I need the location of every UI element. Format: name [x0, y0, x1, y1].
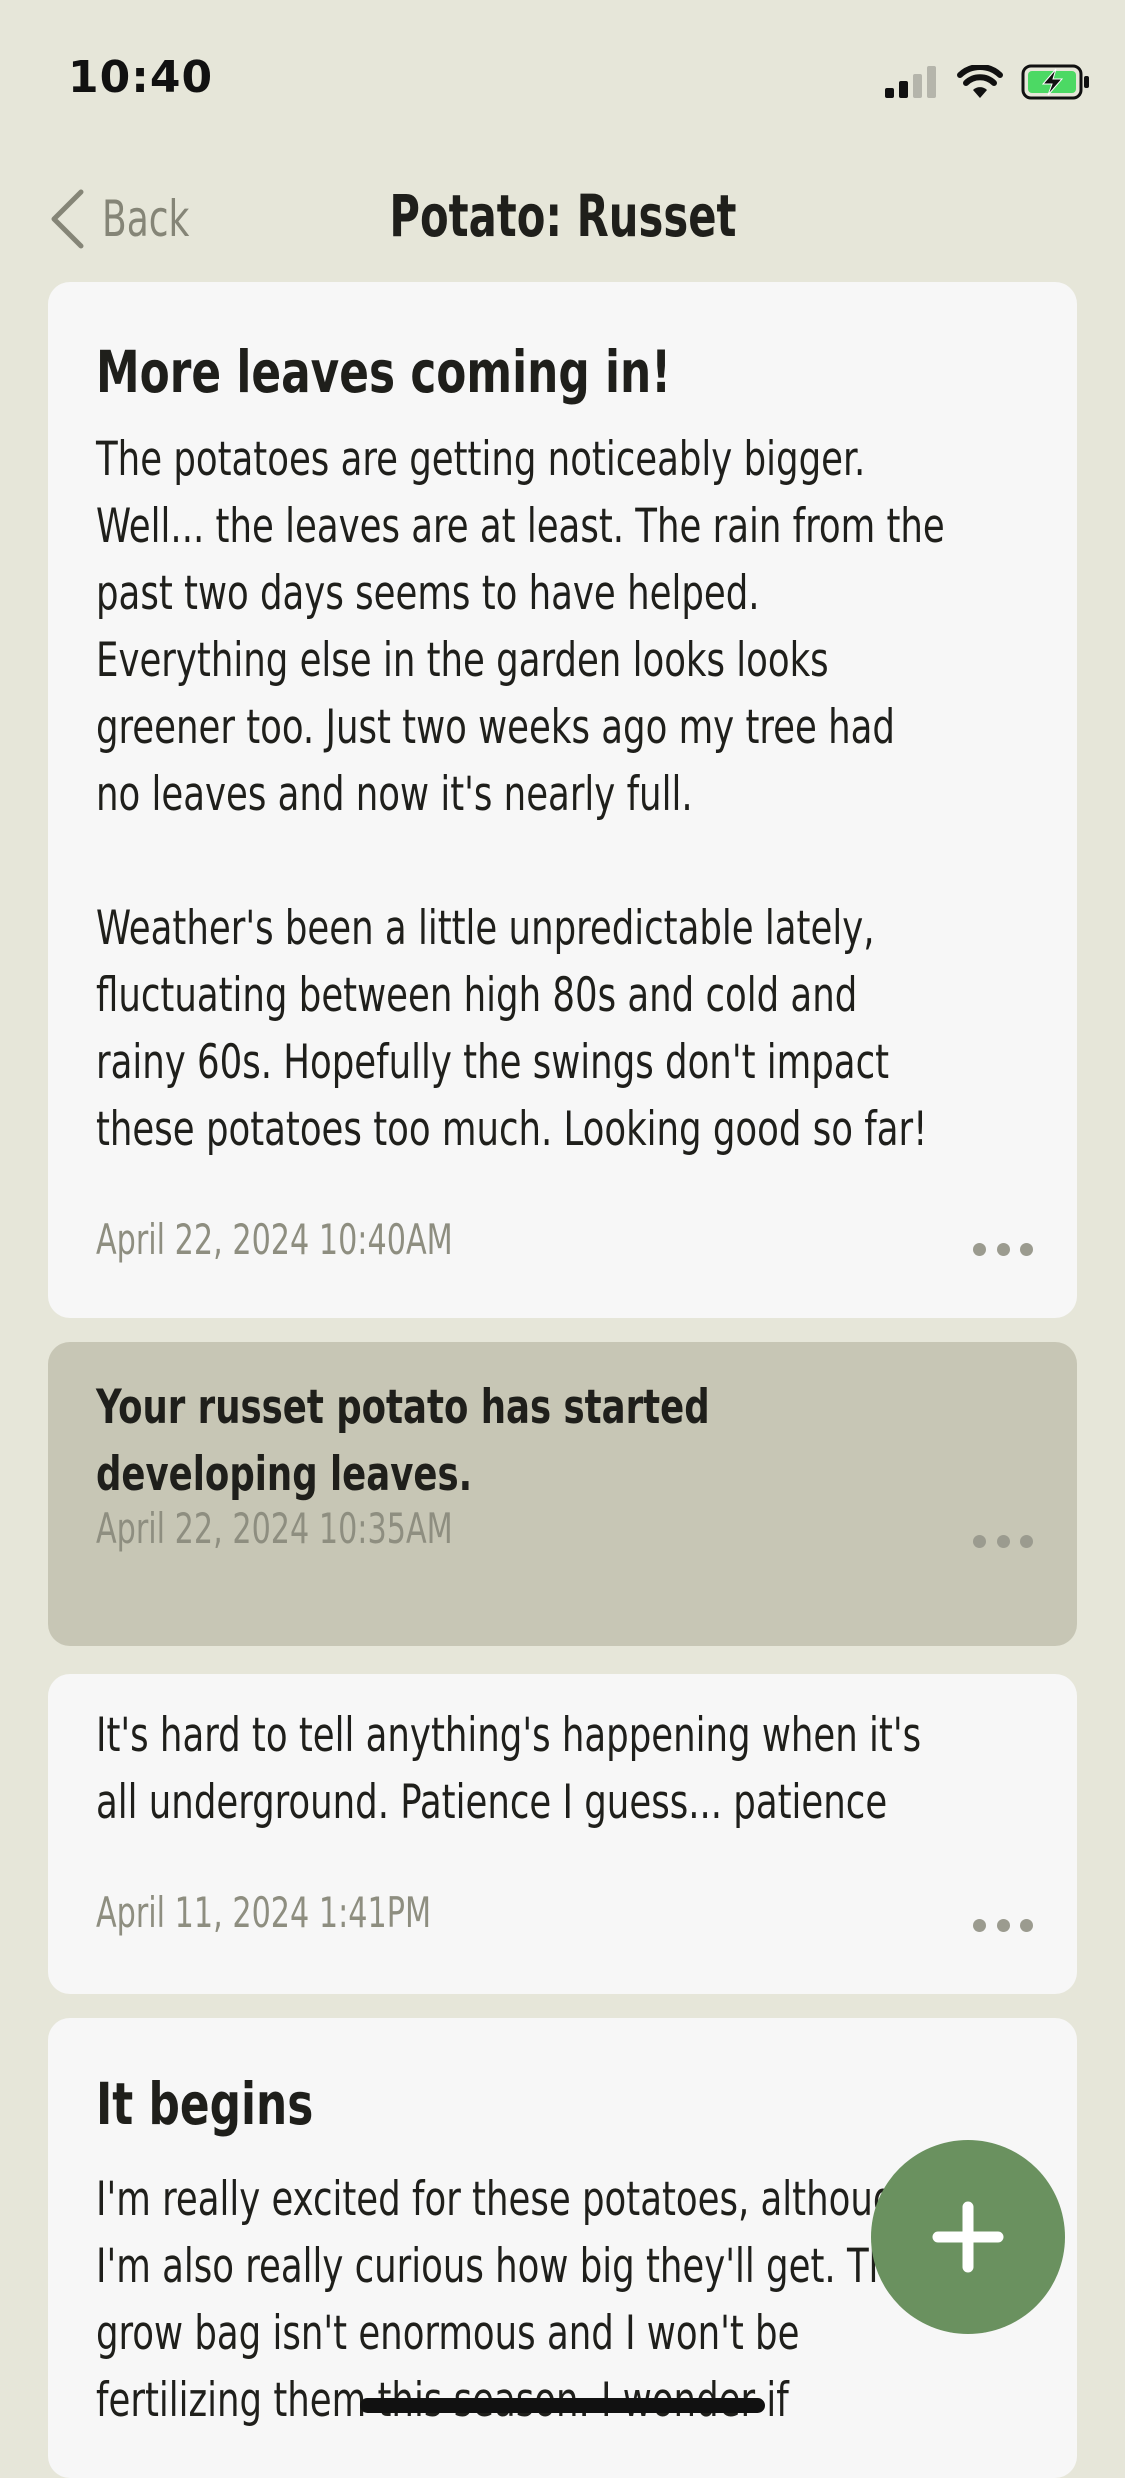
journal-entry-card[interactable]: More leaves coming in! The potatoes are … — [48, 282, 1077, 1318]
status-icons — [885, 60, 1091, 104]
entry-title: It begins — [96, 2070, 314, 2138]
entry-body: The potatoes are getting noticeably bigg… — [96, 432, 945, 1157]
entry-date: April 22, 2024 10:40AM — [96, 1215, 453, 1264]
more-options-button[interactable] — [973, 1234, 1033, 1264]
cellular-signal-icon — [885, 66, 936, 98]
journal-entry-card[interactable]: It's hard to tell anything's happening w… — [48, 1674, 1077, 1994]
entry-date: April 22, 2024 10:35AM — [96, 1504, 453, 1553]
add-entry-button[interactable] — [871, 2140, 1065, 2334]
more-dots-icon — [973, 1534, 986, 1548]
plus-icon — [932, 2201, 1004, 2273]
more-dots-icon — [973, 1242, 986, 1256]
home-indicator[interactable] — [360, 2398, 765, 2413]
entry-title: More leaves coming in! — [96, 338, 672, 406]
page-title: Potato: Russet — [388, 182, 737, 250]
more-options-button[interactable] — [973, 1910, 1033, 1940]
more-options-button[interactable] — [973, 1526, 1033, 1556]
entry-date: April 11, 2024 1:41PM — [96, 1888, 432, 1937]
more-dots-icon — [973, 1918, 986, 1932]
wifi-icon — [957, 65, 1003, 98]
system-event-card[interactable]: Your russet potato has started developin… — [48, 1342, 1077, 1646]
status-time: 10:40 — [68, 52, 214, 103]
nav-bar: Back Potato: Russet — [0, 160, 1125, 280]
entry-body: It's hard to tell anything's happening w… — [96, 1708, 922, 1830]
battery-charging-icon — [1021, 64, 1089, 100]
status-bar: 10:40 — [0, 0, 1125, 160]
system-event-text: Your russet potato has started developin… — [96, 1380, 710, 1502]
